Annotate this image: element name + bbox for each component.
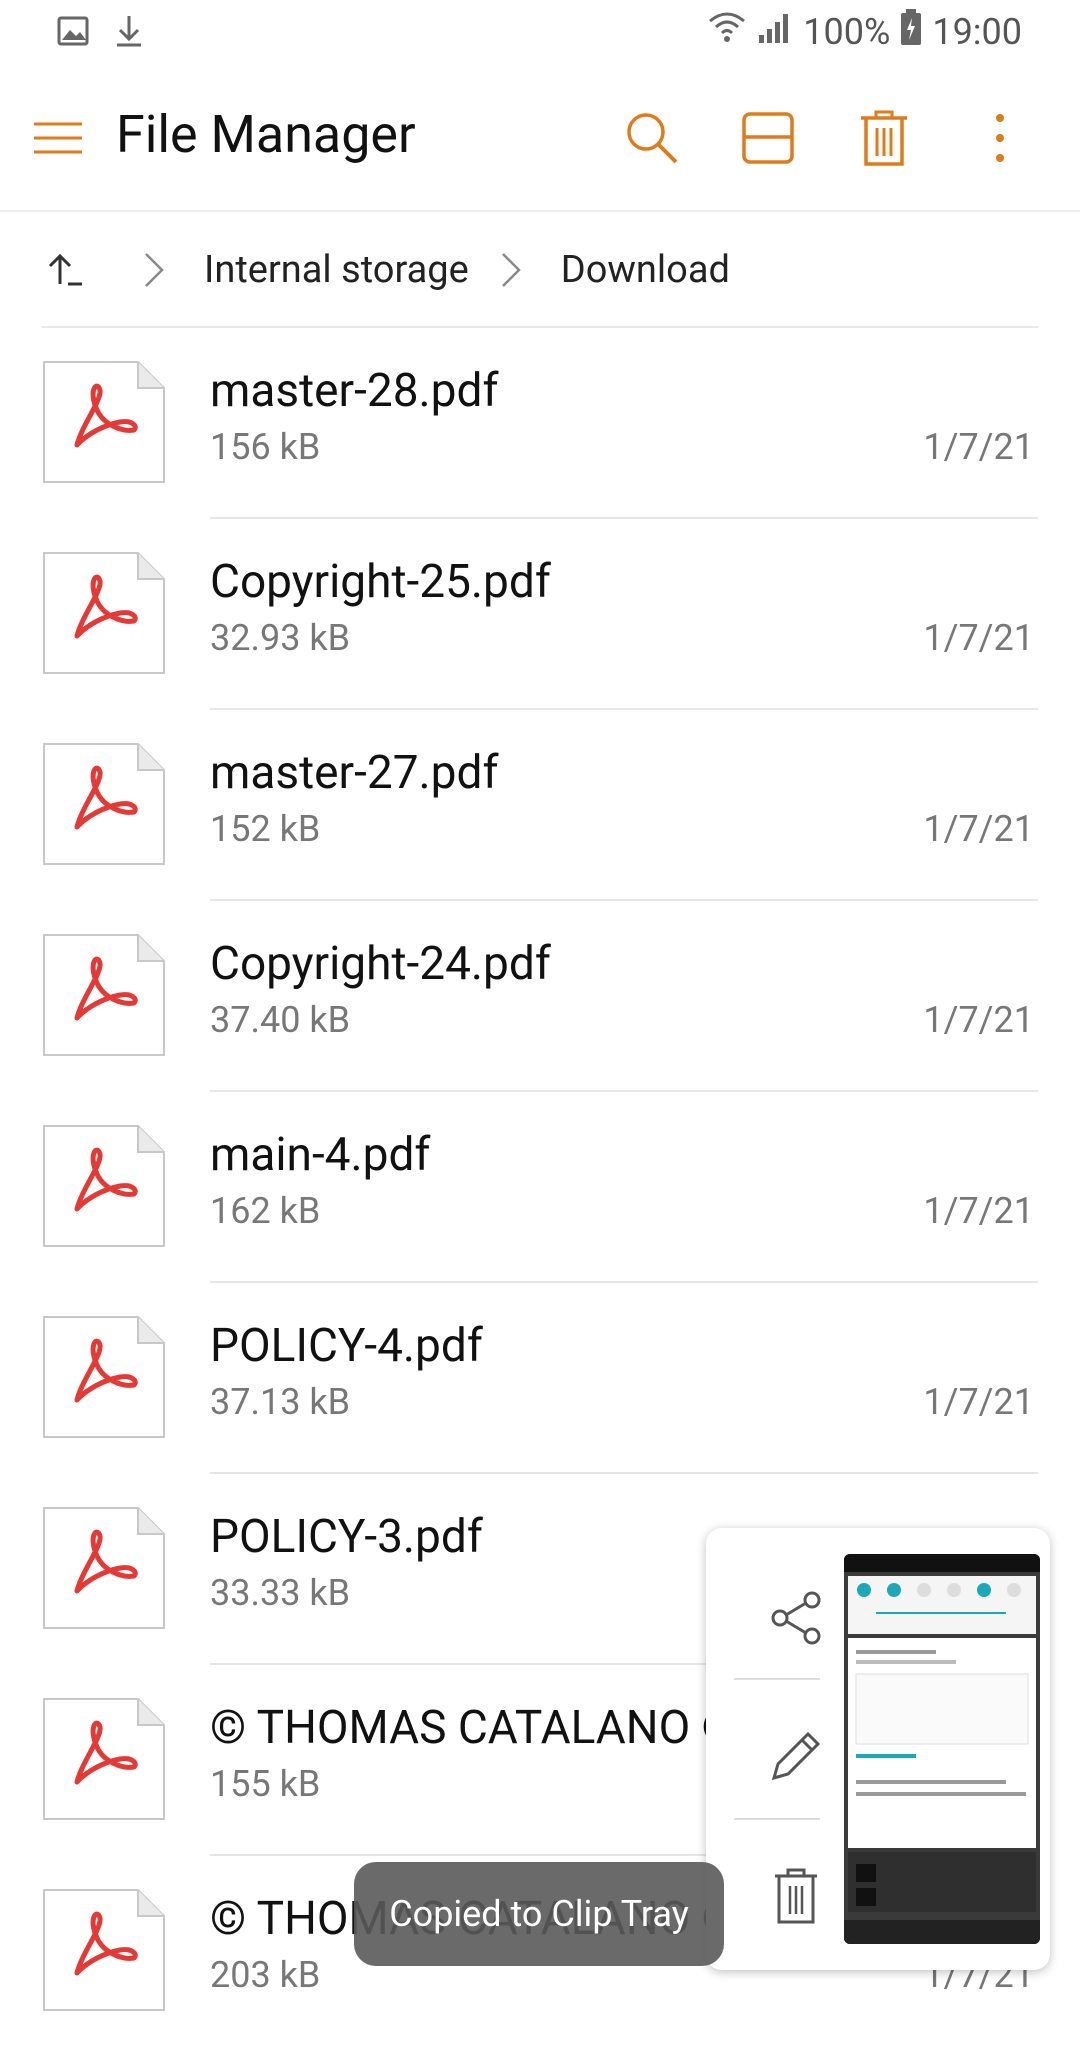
file-size: 37.13 kB xyxy=(210,1381,351,1423)
battery-icon xyxy=(900,8,922,55)
divider xyxy=(734,1818,820,1820)
signal-icon xyxy=(757,9,793,54)
pdf-file-icon xyxy=(43,934,165,1056)
trash-icon xyxy=(861,110,907,166)
clock: 19:00 xyxy=(932,10,1022,53)
breadcrumb: Internal storage Download xyxy=(42,238,730,302)
edit-icon xyxy=(771,1731,821,1781)
menu-button[interactable] xyxy=(30,110,86,166)
download-icon xyxy=(112,10,146,54)
list-item[interactable]: main-4.pdf 162 kB 1/7/21 xyxy=(0,1092,1080,1283)
file-size: 37.40 kB xyxy=(210,999,351,1041)
list-item[interactable]: Copyright-25.pdf 32.93 kB 1/7/21 xyxy=(0,519,1080,710)
file-name: main-4.pdf xyxy=(210,1128,431,1182)
clip-screenshot-thumbnail[interactable] xyxy=(844,1554,1040,1944)
more-options-button[interactable] xyxy=(968,106,1032,170)
pdf-file-icon xyxy=(43,1316,165,1438)
file-date: 1/7/21 xyxy=(923,617,1034,659)
page-title: File Manager xyxy=(116,104,416,165)
hamburger-icon xyxy=(34,122,82,154)
pdf-file-icon xyxy=(43,1889,165,2011)
file-name: master-28.pdf xyxy=(210,364,499,418)
file-size: 156 kB xyxy=(210,426,321,468)
file-size: 203 kB xyxy=(210,1954,321,1996)
file-name: Copyright-24.pdf xyxy=(210,937,551,991)
chevron-right-icon xyxy=(499,250,523,290)
pdf-file-icon xyxy=(43,552,165,674)
search-icon xyxy=(627,113,678,164)
toast-message: Copied to Clip Tray xyxy=(354,1862,724,1966)
list-item[interactable]: master-28.pdf 156 kB 1/7/21 xyxy=(0,328,1080,519)
wifi-icon xyxy=(707,9,747,54)
list-item[interactable]: Copyright-24.pdf 37.40 kB 1/7/21 xyxy=(0,901,1080,1092)
file-size: 33.33 kB xyxy=(210,1572,351,1614)
file-size: 155 kB xyxy=(210,1763,321,1805)
pdf-file-icon xyxy=(43,1125,165,1247)
delete-icon xyxy=(775,1868,817,1924)
breadcrumb-download[interactable]: Download xyxy=(561,248,730,292)
status-bar: 100% 19:00 xyxy=(0,0,1080,66)
file-name: master-27.pdf xyxy=(210,746,499,800)
chevron-right-icon xyxy=(142,250,166,290)
search-button[interactable] xyxy=(620,106,684,170)
divider xyxy=(734,1678,820,1680)
file-name: Copyright-25.pdf xyxy=(210,555,551,609)
file-date: 1/7/21 xyxy=(923,1381,1034,1423)
file-size: 32.93 kB xyxy=(210,617,351,659)
file-name: POLICY-3.pdf xyxy=(210,1510,483,1564)
view-toggle-button[interactable] xyxy=(736,106,800,170)
more-vert-icon xyxy=(996,114,1004,162)
file-date: 1/7/21 xyxy=(923,1190,1034,1232)
list-item[interactable]: POLICY-4.pdf 37.13 kB 1/7/21 xyxy=(0,1283,1080,1474)
delete-button[interactable] xyxy=(852,106,916,170)
file-name: POLICY-4.pdf xyxy=(210,1319,483,1373)
breadcrumb-internal-storage[interactable]: Internal storage xyxy=(204,248,469,292)
list-item[interactable]: master-27.pdf 152 kB 1/7/21 xyxy=(0,710,1080,901)
image-icon xyxy=(56,10,90,54)
battery-percent: 100% xyxy=(803,10,891,53)
file-date: 1/7/21 xyxy=(923,426,1034,468)
pdf-file-icon xyxy=(43,743,165,865)
split-view-icon xyxy=(742,112,794,164)
file-date: 1/7/21 xyxy=(923,999,1034,1041)
file-size: 152 kB xyxy=(210,808,321,850)
clip-tray-panel xyxy=(706,1528,1050,1970)
pdf-file-icon xyxy=(43,1507,165,1629)
file-date: 1/7/21 xyxy=(923,808,1034,850)
screenshot-preview-image xyxy=(844,1554,1040,1944)
share-icon xyxy=(771,1591,821,1645)
pdf-file-icon xyxy=(43,361,165,483)
up-arrow-icon[interactable] xyxy=(42,248,86,292)
pdf-file-icon xyxy=(43,1698,165,1820)
file-name: © THOMAS CATALANO © xyxy=(210,1701,738,1755)
file-size: 162 kB xyxy=(210,1190,321,1232)
app-bar: File Manager xyxy=(0,66,1080,212)
